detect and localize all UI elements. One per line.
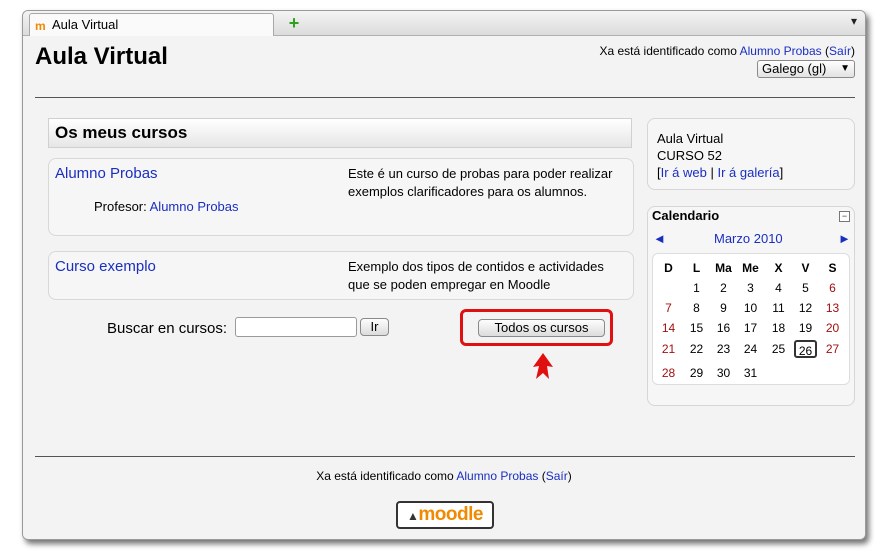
calendar-day-header: S	[828, 261, 837, 275]
calendar-day[interactable]: 8	[683, 301, 710, 315]
calendar-day-header: L	[692, 261, 701, 275]
tab-title: Aula Virtual	[52, 17, 119, 32]
web-link[interactable]: Ir á web	[661, 165, 707, 180]
browser-window: m Aula Virtual + ▾ Aula Virtual Xa está i…	[22, 10, 866, 540]
calendar-day-header: Me	[742, 261, 759, 275]
calendar-day[interactable]: 11	[765, 301, 792, 315]
collapse-minus-icon[interactable]: −	[839, 211, 850, 222]
chevron-down-icon: ▼	[840, 63, 850, 74]
login-info: Xa está identificado como Alumno Probas …	[599, 44, 856, 58]
info-links: [Ir á web | Ir á galería]	[657, 165, 784, 180]
calendar-day[interactable]: 19	[792, 321, 819, 335]
header-divider	[35, 97, 855, 98]
course-teacher: Profesor: Alumno Probas	[94, 199, 239, 214]
teacher-label: Profesor:	[94, 199, 150, 214]
calendar-day[interactable]: 15	[683, 321, 710, 335]
tab-list-chevron-down-icon[interactable]: ▾	[851, 14, 857, 28]
calendar-day[interactable]: 28	[655, 366, 682, 380]
info-course-code: CURSO 52	[657, 148, 723, 163]
calendar-day[interactable]: 18	[765, 321, 792, 335]
moodle-logo[interactable]: ▲moodle	[396, 501, 494, 529]
teacher-link[interactable]: Alumno Probas	[150, 199, 239, 214]
new-tab-plus-icon[interactable]: +	[285, 13, 303, 33]
calendar-day[interactable]: 31	[737, 366, 764, 380]
footer-logout-link[interactable]: Saír	[546, 469, 568, 483]
footer-divider	[35, 456, 855, 457]
page-content: Aula Virtual Xa está identificado como A…	[23, 36, 865, 539]
language-select[interactable]: Galego (gl) ▼	[757, 60, 855, 78]
info-block: Aula Virtual CURSO 52 [Ir á web | Ir á g…	[647, 118, 855, 190]
calendar-day[interactable]: 20	[819, 321, 846, 335]
calendar-grid: D L Ma Me X V S 1 2 3 4 5 6 7 8 9 10 11 12 13 14 15 16 17 18 19 20…	[652, 253, 850, 385]
calendar-day[interactable]: 3	[737, 281, 764, 295]
previous-month-arrow-icon[interactable]: ◄	[653, 231, 666, 246]
calendar-day[interactable]: 21	[655, 342, 682, 356]
calendar-day-header: X	[774, 261, 783, 275]
course-summary: Exemplo dos tipos de contidos e activida…	[348, 259, 604, 292]
my-courses-heading: Os meus cursos	[48, 118, 632, 148]
calendar-day[interactable]: 22	[683, 342, 710, 356]
calendar-day[interactable]: 29	[683, 366, 710, 380]
calendar-day-header: Ma	[715, 261, 732, 275]
language-select-value: Galego (gl)	[762, 61, 827, 76]
search-courses-label: Buscar en cursos:	[107, 320, 228, 337]
calendar-day[interactable]: 24	[737, 342, 764, 356]
course-link[interactable]: Curso exemplo	[55, 258, 156, 275]
footer-login-prefix: Xa está identificado como	[316, 469, 457, 483]
course-item: Alumno Probas Profesor: Alumno Probas Es…	[48, 158, 634, 236]
calendar-title: Calendario	[652, 208, 720, 223]
calendar-day[interactable]: 4	[765, 281, 792, 295]
tab-bar: m Aula Virtual + ▾	[23, 11, 865, 36]
gallery-link[interactable]: Ir á galería	[717, 165, 779, 180]
page-title: Aula Virtual	[35, 43, 168, 70]
next-month-arrow-icon[interactable]: ►	[838, 231, 851, 246]
calendar-day[interactable]: 27	[819, 342, 846, 356]
all-courses-button[interactable]: Todos os cursos	[478, 319, 605, 337]
search-courses-input[interactable]	[235, 317, 357, 337]
calendar-day[interactable]: 25	[765, 342, 792, 356]
calendar-day[interactable]: 17	[737, 321, 764, 335]
calendar-day[interactable]: 9	[710, 301, 737, 315]
calendar-day[interactable]: 2	[710, 281, 737, 295]
calendar-day[interactable]: 30	[710, 366, 737, 380]
calendar-today[interactable]: 26	[794, 340, 817, 358]
course-link[interactable]: Alumno Probas	[55, 165, 158, 182]
footer-login-info: Xa está identificado como Alumno Probas …	[316, 469, 572, 483]
calendar-day[interactable]: 1	[683, 281, 710, 295]
calendar-day[interactable]: 5	[792, 281, 819, 295]
calendar-day[interactable]: 12	[792, 301, 819, 315]
moodle-logo-text: moodle	[418, 504, 483, 525]
calendar-day-header: D	[664, 261, 673, 275]
search-go-button[interactable]: Ir	[360, 318, 389, 336]
footer-user-link[interactable]: Alumno Probas	[456, 469, 538, 483]
graduation-cap-icon: ▲	[407, 509, 419, 523]
course-item: Curso exemplo Exemplo dos tipos de conti…	[48, 251, 634, 300]
calendar-day[interactable]: 10	[737, 301, 764, 315]
calendar-day-header: V	[801, 261, 810, 275]
calendar-month-link[interactable]: Marzo 2010	[714, 231, 783, 246]
moodle-favicon-icon: m	[35, 19, 46, 33]
calendar-day[interactable]: 23	[710, 342, 737, 356]
calendar-day[interactable]: 14	[655, 321, 682, 335]
course-summary: Este é un curso de probas para poder rea…	[348, 166, 613, 199]
calendar-day[interactable]: 6	[819, 281, 846, 295]
calendar-day[interactable]: 7	[655, 301, 682, 315]
logout-link[interactable]: Saír	[829, 44, 851, 58]
tab-aula-virtual[interactable]: m Aula Virtual	[29, 13, 274, 36]
calendar-day[interactable]: 16	[710, 321, 737, 335]
login-prefix: Xa está identificado como	[599, 44, 740, 58]
info-site-name: Aula Virtual	[657, 131, 724, 146]
user-profile-link[interactable]: Alumno Probas	[740, 44, 822, 58]
red-pointer-arrow-icon	[533, 353, 553, 379]
calendar-block: Calendario − ◄ Marzo 2010 ► D L Ma Me X V S 1 2 3…	[647, 206, 855, 406]
calendar-day[interactable]: 13	[819, 301, 846, 315]
